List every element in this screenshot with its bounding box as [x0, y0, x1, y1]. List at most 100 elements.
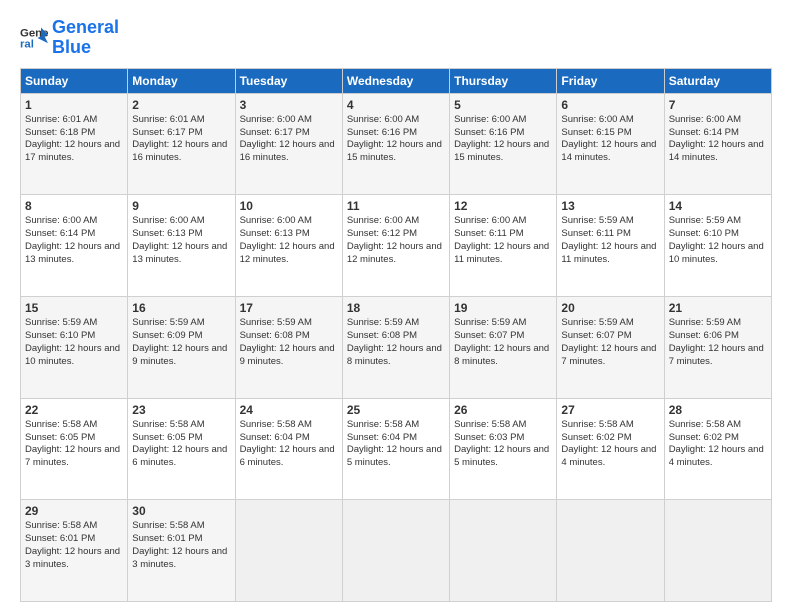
- sunset-label: Sunset: 6:11 PM: [561, 228, 631, 239]
- sunset-label: Sunset: 6:13 PM: [132, 228, 202, 239]
- logo: Gene ral General Blue: [20, 18, 119, 58]
- sunset-label: Sunset: 6:11 PM: [454, 228, 524, 239]
- daylight-label: Daylight: 12 hours and 8 minutes.: [454, 343, 549, 367]
- calendar-cell: 29Sunrise: 5:58 AMSunset: 6:01 PMDayligh…: [21, 500, 128, 602]
- sunrise-label: Sunrise: 5:59 AM: [25, 317, 97, 328]
- sunset-label: Sunset: 6:05 PM: [25, 432, 95, 443]
- day-header-saturday: Saturday: [664, 68, 771, 93]
- sunset-label: Sunset: 6:03 PM: [454, 432, 524, 443]
- day-number: 29: [25, 503, 123, 519]
- calendar-cell: [664, 500, 771, 602]
- daylight-label: Daylight: 12 hours and 9 minutes.: [132, 343, 227, 367]
- day-number: 23: [132, 402, 230, 418]
- sunrise-label: Sunrise: 5:58 AM: [132, 419, 204, 430]
- sunrise-label: Sunrise: 6:00 AM: [25, 215, 97, 226]
- sunset-label: Sunset: 6:07 PM: [561, 330, 631, 341]
- sunrise-label: Sunrise: 5:58 AM: [25, 419, 97, 430]
- sunset-label: Sunset: 6:07 PM: [454, 330, 524, 341]
- sunset-label: Sunset: 6:15 PM: [561, 127, 631, 138]
- sunrise-label: Sunrise: 5:58 AM: [25, 520, 97, 531]
- calendar-cell: 2Sunrise: 6:01 AMSunset: 6:17 PMDaylight…: [128, 93, 235, 195]
- calendar: SundayMondayTuesdayWednesdayThursdayFrid…: [20, 68, 772, 602]
- sunset-label: Sunset: 6:14 PM: [25, 228, 95, 239]
- sunset-label: Sunset: 6:14 PM: [669, 127, 739, 138]
- day-number: 24: [240, 402, 338, 418]
- day-number: 19: [454, 300, 552, 316]
- calendar-week-5: 29Sunrise: 5:58 AMSunset: 6:01 PMDayligh…: [21, 500, 772, 602]
- calendar-cell: 25Sunrise: 5:58 AMSunset: 6:04 PMDayligh…: [342, 398, 449, 500]
- day-header-friday: Friday: [557, 68, 664, 93]
- daylight-label: Daylight: 12 hours and 15 minutes.: [347, 139, 442, 163]
- calendar-cell: 18Sunrise: 5:59 AMSunset: 6:08 PMDayligh…: [342, 296, 449, 398]
- sunrise-label: Sunrise: 5:58 AM: [240, 419, 312, 430]
- day-number: 13: [561, 198, 659, 214]
- calendar-cell: 13Sunrise: 5:59 AMSunset: 6:11 PMDayligh…: [557, 195, 664, 297]
- daylight-label: Daylight: 12 hours and 10 minutes.: [25, 343, 120, 367]
- day-number: 5: [454, 97, 552, 113]
- sunrise-label: Sunrise: 5:59 AM: [561, 215, 633, 226]
- sunrise-label: Sunrise: 5:58 AM: [454, 419, 526, 430]
- calendar-cell: [557, 500, 664, 602]
- daylight-label: Daylight: 12 hours and 9 minutes.: [240, 343, 335, 367]
- day-number: 2: [132, 97, 230, 113]
- calendar-cell: 4Sunrise: 6:00 AMSunset: 6:16 PMDaylight…: [342, 93, 449, 195]
- day-number: 26: [454, 402, 552, 418]
- daylight-label: Daylight: 12 hours and 7 minutes.: [669, 343, 764, 367]
- daylight-label: Daylight: 12 hours and 5 minutes.: [347, 444, 442, 468]
- daylight-label: Daylight: 12 hours and 16 minutes.: [132, 139, 227, 163]
- calendar-cell: 6Sunrise: 6:00 AMSunset: 6:15 PMDaylight…: [557, 93, 664, 195]
- day-number: 25: [347, 402, 445, 418]
- sunset-label: Sunset: 6:08 PM: [240, 330, 310, 341]
- day-number: 27: [561, 402, 659, 418]
- day-header-thursday: Thursday: [450, 68, 557, 93]
- day-number: 1: [25, 97, 123, 113]
- sunset-label: Sunset: 6:04 PM: [347, 432, 417, 443]
- sunrise-label: Sunrise: 6:00 AM: [240, 215, 312, 226]
- calendar-cell: 23Sunrise: 5:58 AM Sunset: 6:05 PMDayligh…: [128, 398, 235, 500]
- sunrise-label: Sunrise: 5:59 AM: [132, 317, 204, 328]
- calendar-cell: 16Sunrise: 5:59 AMSunset: 6:09 PMDayligh…: [128, 296, 235, 398]
- calendar-week-1: 1Sunrise: 6:01 AMSunset: 6:18 PMDaylight…: [21, 93, 772, 195]
- daylight-label: Daylight: 12 hours and 6 minutes.: [132, 444, 227, 468]
- sunset-label: Sunset: 6:10 PM: [669, 228, 739, 239]
- sunset-label: Sunset: 6:01 PM: [25, 533, 95, 544]
- sunrise-label: Sunrise: 5:59 AM: [240, 317, 312, 328]
- daylight-label: Daylight: 12 hours and 15 minutes.: [454, 139, 549, 163]
- calendar-cell: 9Sunrise: 6:00 AMSunset: 6:13 PMDaylight…: [128, 195, 235, 297]
- day-number: 11: [347, 198, 445, 214]
- daylight-label: Daylight: 12 hours and 7 minutes.: [561, 343, 656, 367]
- calendar-cell: 10Sunrise: 6:00 AMSunset: 6:13 PMDayligh…: [235, 195, 342, 297]
- sunrise-label: Sunrise: 5:58 AM: [132, 520, 204, 531]
- daylight-label: Daylight: 12 hours and 14 minutes.: [669, 139, 764, 163]
- sunset-label: Sunset: 6:16 PM: [347, 127, 417, 138]
- day-header-sunday: Sunday: [21, 68, 128, 93]
- daylight-label: Daylight: 12 hours and 11 minutes.: [454, 241, 549, 265]
- daylight-label: Daylight: 12 hours and 13 minutes.: [25, 241, 120, 265]
- calendar-cell: 3Sunrise: 6:00 AMSunset: 6:17 PMDaylight…: [235, 93, 342, 195]
- calendar-cell: 1Sunrise: 6:01 AMSunset: 6:18 PMDaylight…: [21, 93, 128, 195]
- calendar-cell: 12Sunrise: 6:00 AMSunset: 6:11 PMDayligh…: [450, 195, 557, 297]
- sunrise-label: Sunrise: 6:00 AM: [132, 215, 204, 226]
- daylight-label: Daylight: 12 hours and 16 minutes.: [240, 139, 335, 163]
- calendar-cell: 30Sunrise: 5:58 AMSunset: 6:01 PMDayligh…: [128, 500, 235, 602]
- sunset-label: Sunset: 6:04 PM: [240, 432, 310, 443]
- sunrise-label: Sunrise: 6:00 AM: [347, 215, 419, 226]
- daylight-label: Daylight: 12 hours and 6 minutes.: [240, 444, 335, 468]
- sunrise-label: Sunrise: 6:00 AM: [240, 114, 312, 125]
- calendar-cell: 21Sunrise: 5:59 AMSunset: 6:06 PMDayligh…: [664, 296, 771, 398]
- daylight-label: Daylight: 12 hours and 17 minutes.: [25, 139, 120, 163]
- daylight-label: Daylight: 12 hours and 3 minutes.: [132, 546, 227, 570]
- calendar-cell: 11Sunrise: 6:00 AMSunset: 6:12 PMDayligh…: [342, 195, 449, 297]
- sunrise-label: Sunrise: 5:58 AM: [669, 419, 741, 430]
- sunset-label: Sunset: 6:12 PM: [347, 228, 417, 239]
- day-number: 14: [669, 198, 767, 214]
- day-number: 9: [132, 198, 230, 214]
- sunset-label: Sunset: 6:06 PM: [669, 330, 739, 341]
- calendar-cell: 26Sunrise: 5:58 AMSunset: 6:03 PMDayligh…: [450, 398, 557, 500]
- calendar-cell: 8Sunrise: 6:00 AMSunset: 6:14 PMDaylight…: [21, 195, 128, 297]
- daylight-label: Daylight: 12 hours and 7 minutes.: [25, 444, 120, 468]
- sunrise-label: Sunrise: 5:59 AM: [347, 317, 419, 328]
- logo-text: General: [52, 18, 119, 38]
- sunset-label: Sunset: 6:05 PM: [132, 432, 202, 443]
- sunrise-label: Sunrise: 6:01 AM: [25, 114, 97, 125]
